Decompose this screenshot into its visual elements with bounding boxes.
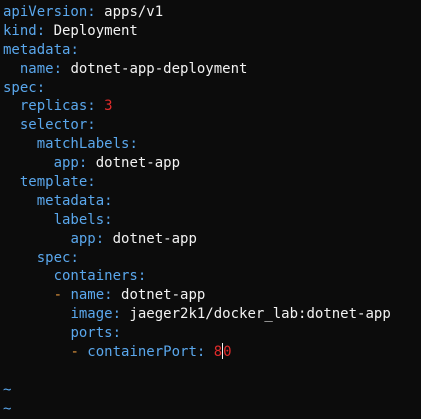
yaml-editor[interactable]: apiVersion: apps/v1 kind: Deployment met… [3,3,421,419]
yaml-key: metadata [3,41,71,58]
list-dash: - [70,344,88,361]
code-line-10: template: [3,173,421,192]
yaml-value: dotnet-app [112,230,197,247]
yaml-key: apiVersion [3,4,88,20]
yaml-key: replicas [19,98,88,115]
yaml-value: dotnet-app [95,155,181,172]
yaml-value: jaeger2k1/docker_lab:dotnet-app [129,306,391,323]
colon: : [87,117,96,134]
code-line-17: image: jaeger2k1/docker_lab:dotnet-app [3,305,421,324]
yaml-key: containerPort [87,344,197,361]
code-line-16: - name: dotnet-app [3,286,421,305]
colon: : [87,98,105,115]
colon: : [87,4,105,20]
code-line-8: matchLabels: [3,135,421,154]
code-line-7: selector: [3,116,421,135]
code-line-9: app: dotnet-app [3,154,421,173]
code-line-4: name: dotnet-app-deployment [3,60,421,79]
code-line-12: labels: [3,211,421,230]
colon: : [36,22,54,39]
yaml-number: 0 [223,344,232,361]
code-line-5: spec: [3,79,421,98]
yaml-key: spec [3,79,37,96]
code-line-2: kind: Deployment [3,22,421,41]
code-line-11: metadata: [3,192,421,211]
yaml-value: Deployment [53,22,138,39]
yaml-value: apps/v1 [104,4,164,20]
yaml-key: ports [70,325,113,342]
colon: : [70,249,79,266]
yaml-key: selector [19,117,88,134]
code-line-15: containers: [3,267,421,286]
colon: : [36,79,46,96]
colon: : [78,155,96,172]
yaml-key: metadata [36,192,105,209]
code-line-13: app: dotnet-app [3,230,421,249]
yaml-key: template [19,174,88,191]
yaml-key: image [70,306,113,323]
colon: : [87,174,96,191]
code-line-6: replicas: 3 [3,97,421,116]
colon: : [104,192,113,209]
code-line-1: apiVersion: apps/v1 [3,3,421,22]
colon: : [112,325,122,342]
yaml-key: name [19,60,54,77]
colon: : [53,60,71,77]
yaml-value: dotnet-app-deployment [70,60,248,77]
yaml-key: matchLabels [36,136,130,153]
yaml-number: 8 [213,344,223,361]
list-dash: - [53,287,71,304]
yaml-number: 3 [104,98,113,115]
yaml-key: spec [36,249,71,266]
colon: : [196,344,214,361]
colon: : [70,41,79,58]
yaml-key: labels [53,211,105,228]
colon: : [104,287,122,304]
yaml-value: dotnet-app [121,287,206,304]
yaml-key: containers [53,268,138,285]
code-line-3: metadata: [3,41,421,60]
yaml-key: app [53,155,79,172]
empty-line-marker: ~ [3,381,12,398]
colon: : [104,211,113,228]
code-line-19: - containerPort: 80 [3,343,421,362]
yaml-key: kind [3,22,37,39]
yaml-key: name [70,287,105,304]
colon: : [129,136,138,153]
code-line-14: spec: [3,249,421,268]
colon: : [95,230,113,247]
code-line-18: ports: [3,324,421,343]
yaml-key: app [70,230,96,247]
colon: : [112,306,130,323]
colon: : [137,268,147,285]
